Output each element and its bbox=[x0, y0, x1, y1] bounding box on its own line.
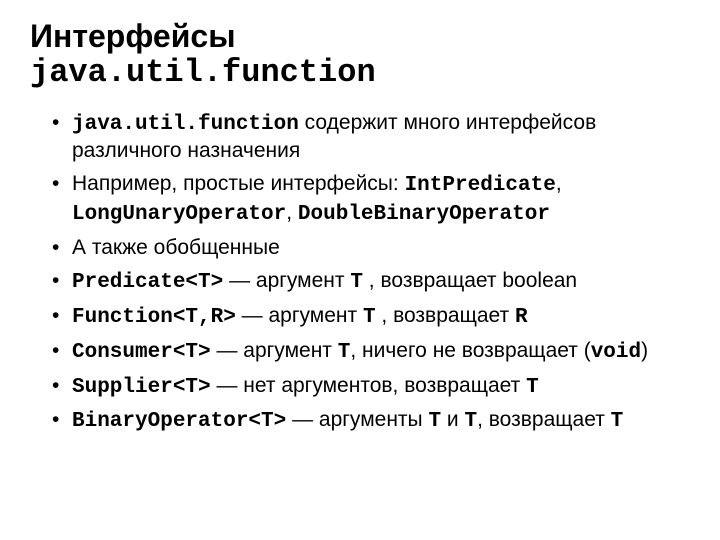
code-span: Function<T,R> bbox=[72, 306, 236, 329]
code-span: Consumer<T> bbox=[72, 341, 211, 364]
text-span: — аргумент bbox=[236, 304, 363, 327]
code-span: T bbox=[464, 410, 477, 433]
list-item: java.util.function содержит много интерф… bbox=[72, 110, 690, 166]
text-span: , bbox=[556, 172, 562, 195]
text-span: , ничего не возвращает ( bbox=[350, 339, 590, 362]
text-span: , bbox=[286, 201, 298, 224]
text-span: — аргумент bbox=[211, 339, 338, 362]
text-span: — нет аргументов, возвращает bbox=[211, 374, 526, 397]
code-span: Supplier<T> bbox=[72, 376, 211, 399]
code-span: T bbox=[611, 410, 624, 433]
code-span: T bbox=[338, 341, 351, 364]
code-span: DoubleBinaryOperator bbox=[298, 203, 550, 226]
code-span: void bbox=[591, 341, 641, 364]
code-span: T bbox=[350, 271, 363, 294]
list-item: Consumer<T> — аргумент T, ничего не возв… bbox=[72, 338, 690, 367]
list-item: Predicate<T> — аргумент T , возвращает b… bbox=[72, 268, 690, 297]
list-item: Supplier<T> — нет аргументов, возвращает… bbox=[72, 373, 690, 402]
bullet-list: java.util.function содержит много интерф… bbox=[30, 110, 690, 437]
text-span: , возвращает boolean bbox=[363, 269, 577, 292]
text-span: — аргумент bbox=[223, 269, 350, 292]
code-span: IntPredicate bbox=[405, 174, 556, 197]
text-span: А также обобщенные bbox=[72, 236, 280, 259]
code-span: LongUnaryOperator bbox=[72, 203, 286, 226]
list-item: BinaryOperator<T> — аргументы T и T, воз… bbox=[72, 407, 690, 436]
text-span: ) bbox=[641, 339, 648, 362]
list-item: А также обобщенные bbox=[72, 235, 690, 262]
code-span: BinaryOperator<T> bbox=[72, 410, 286, 433]
text-span: Например, простые интерфейсы: bbox=[72, 172, 405, 195]
list-item: Function<T,R> — аргумент T , возвращает … bbox=[72, 303, 690, 332]
text-span: , возвращает bbox=[477, 408, 611, 431]
text-span: , возвращает bbox=[376, 304, 515, 327]
text-span: — аргументы bbox=[286, 408, 428, 431]
slide-title-line1: Интерфейсы bbox=[30, 18, 690, 55]
list-item: Например, простые интерфейсы: IntPredica… bbox=[72, 171, 690, 229]
text-span: и bbox=[441, 408, 464, 431]
code-span: T bbox=[428, 410, 441, 433]
slide-title-line2: java.util.function bbox=[30, 55, 690, 92]
code-span: java.util.function bbox=[72, 113, 299, 136]
code-span: Predicate<T> bbox=[72, 271, 223, 294]
code-span: R bbox=[515, 306, 528, 329]
code-span: T bbox=[526, 376, 539, 399]
code-span: T bbox=[363, 306, 376, 329]
